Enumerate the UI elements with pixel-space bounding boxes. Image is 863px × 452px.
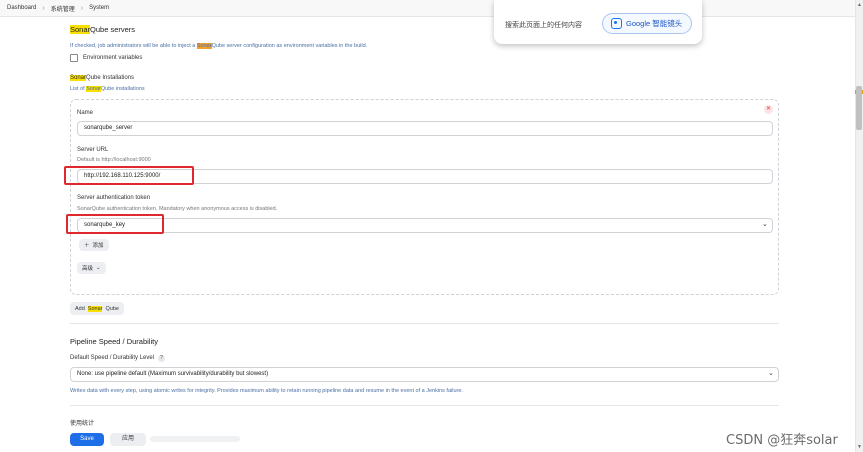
- env-variables-label: Environment variables: [83, 55, 143, 61]
- env-variables-checkbox[interactable]: [70, 54, 78, 62]
- token-description: SonarQube authentication token. Mandator…: [77, 206, 278, 212]
- section-divider: [70, 323, 779, 324]
- breadcrumb-separator: ›: [80, 4, 84, 12]
- section-divider: [70, 405, 779, 406]
- token-select[interactable]: sonarqube_key: [77, 218, 773, 233]
- durability-description: Writes data with every step, using atomi…: [70, 388, 463, 394]
- name-label: Name: [77, 110, 94, 116]
- pipeline-title: Pipeline Speed / Durability: [70, 337, 158, 346]
- blurred-placeholder: [150, 436, 240, 442]
- breadcrumb-dashboard[interactable]: Dashboard: [7, 5, 36, 11]
- popup-search-text: 搜索此页面上的任何内容: [505, 22, 582, 29]
- csdn-watermark: CSDN @狂奔solar: [726, 433, 838, 448]
- save-button[interactable]: Save: [70, 433, 104, 446]
- installations-list-desc: List of SonarQube installations: [70, 86, 145, 92]
- chevron-down-icon: ⌄: [96, 265, 101, 271]
- highlight-box-url: [64, 166, 194, 185]
- server-url-default: Default is http://localhost:9000: [77, 157, 151, 163]
- highlight-box-token: [66, 214, 164, 234]
- server-url-label: Server URL: [77, 147, 109, 153]
- installations-title: SonarQube Installations: [70, 75, 135, 81]
- advanced-button[interactable]: 高级 ⌄: [77, 262, 106, 274]
- google-lens-button[interactable]: Google 智能镜头: [602, 13, 692, 34]
- google-lens-icon: [611, 18, 622, 29]
- durability-select[interactable]: None: use pipeline default (Maximum surv…: [70, 367, 779, 382]
- scroll-down-icon[interactable]: ▼: [857, 444, 862, 450]
- sonarqube-servers-title: SonarQube servers: [70, 25, 136, 34]
- durability-level-label: Default Speed / Durability Level?: [70, 355, 166, 362]
- breadcrumb-system[interactable]: System: [89, 5, 109, 11]
- plus-icon: ＋: [84, 243, 90, 249]
- usage-stats-title: 使用统计: [70, 421, 95, 427]
- breadcrumb-separator: ›: [42, 4, 45, 12]
- chevron-down-icon[interactable]: ⌄: [762, 220, 768, 228]
- name-input[interactable]: sonarqube_server: [77, 121, 773, 136]
- add-credential-button[interactable]: ＋ 添加: [79, 239, 109, 251]
- token-label: Server authentication token: [77, 195, 151, 201]
- lens-popup: 搜索此页面上的任何内容 Google 智能镜头: [494, 0, 702, 44]
- env-description: If checked, job administrators will be a…: [70, 43, 368, 49]
- add-sonarqube-button[interactable]: Add Sonar Qube: [70, 302, 124, 315]
- close-icon[interactable]: ✕: [764, 105, 773, 114]
- scroll-up-icon[interactable]: ▲: [857, 2, 862, 8]
- help-icon[interactable]: ?: [158, 355, 166, 362]
- scrollbar[interactable]: [855, 0, 863, 452]
- apply-button[interactable]: 应用: [110, 433, 146, 446]
- breadcrumb: Dashboard › 系统管理 › System: [0, 0, 863, 17]
- scrollbar-thumb[interactable]: [856, 86, 862, 130]
- chevron-down-icon[interactable]: ⌄: [768, 369, 774, 377]
- breadcrumb-manage[interactable]: 系统管理: [51, 4, 75, 13]
